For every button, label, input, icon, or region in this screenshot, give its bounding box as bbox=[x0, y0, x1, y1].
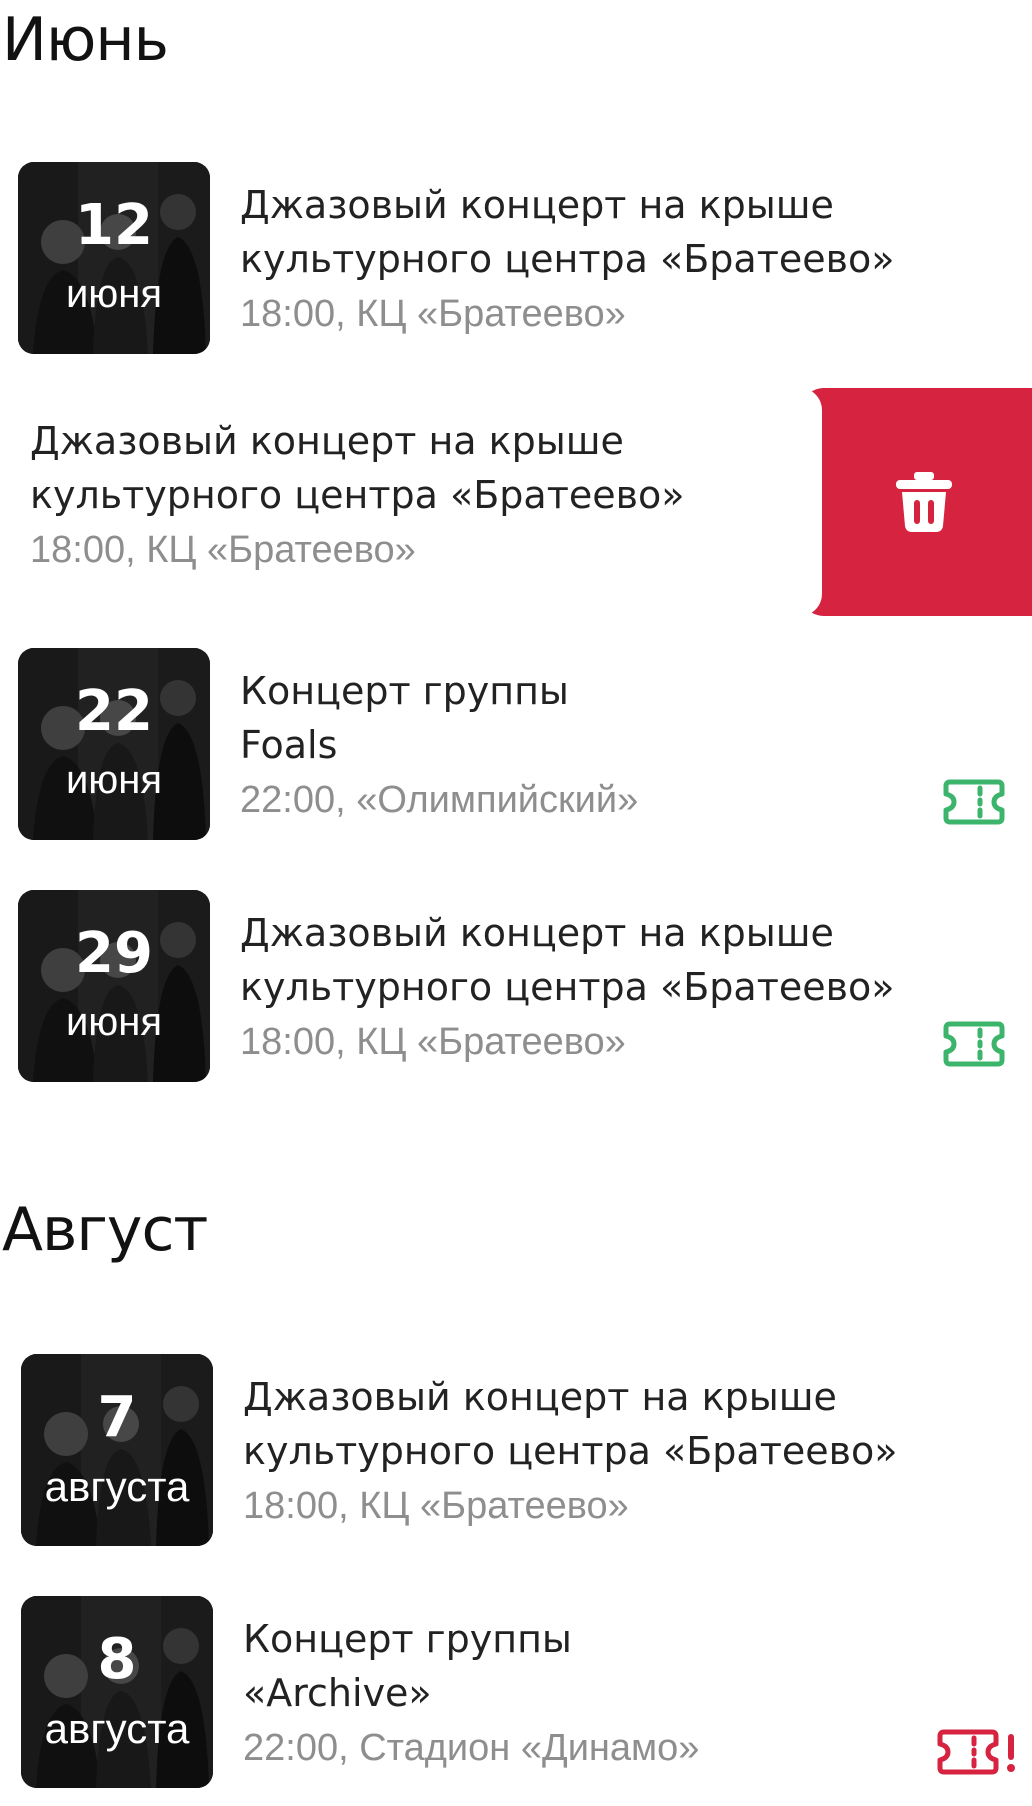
delete-button[interactable] bbox=[800, 388, 1032, 616]
trash-icon bbox=[896, 472, 952, 532]
event-item[interactable]: 7 августа Джазовый концерт на крыше куль… bbox=[0, 1354, 1032, 1554]
event-thumbnail: 8 августа bbox=[21, 1596, 213, 1788]
event-item[interactable]: 22 июня Концерт группы Foals 22:00, «Оли… bbox=[0, 648, 1032, 848]
event-item[interactable]: 8 августа Концерт группы «Archive» 22:00… bbox=[0, 1596, 1032, 1796]
ticket-icon[interactable] bbox=[942, 778, 1006, 826]
event-title: Концерт группы Foals bbox=[240, 669, 569, 767]
event-time-venue: 18:00, КЦ «Братеево» bbox=[240, 293, 626, 335]
event-time-venue: 22:00, Стадион «Динамо» bbox=[243, 1727, 700, 1769]
event-month: июня bbox=[65, 758, 163, 802]
event-day: 29 bbox=[75, 921, 153, 986]
event-day: 7 bbox=[97, 1385, 137, 1450]
event-item[interactable]: 29 июня Джазовый концерт на крыше культу… bbox=[0, 890, 1032, 1090]
event-thumbnail: 7 августа bbox=[21, 1354, 213, 1546]
ticket-alert-icon[interactable] bbox=[936, 1728, 1020, 1776]
event-time-venue: 18:00, КЦ «Братеево» bbox=[243, 1485, 629, 1527]
event-month: июня bbox=[65, 272, 163, 316]
ticket-icon[interactable] bbox=[942, 1020, 1006, 1068]
event-item[interactable]: 12 июня Джазовый концерт на крыше культу… bbox=[0, 162, 1032, 362]
event-title: Концерт группы «Archive» bbox=[243, 1617, 572, 1715]
event-day: 22 bbox=[75, 679, 153, 744]
event-month: июня bbox=[65, 1000, 163, 1044]
event-time-venue: 18:00, КЦ «Братеево» bbox=[30, 529, 416, 571]
event-day: 12 bbox=[75, 193, 153, 258]
event-thumbnail: 12 июня bbox=[18, 162, 210, 354]
event-time-venue: 22:00, «Олимпийский» bbox=[240, 779, 639, 821]
event-title: Джазовый концерт на крыше культурного це… bbox=[240, 183, 895, 281]
event-time-venue: 18:00, КЦ «Братеево» bbox=[240, 1021, 626, 1063]
event-thumbnail: 22 июня bbox=[18, 648, 210, 840]
event-title: Джазовый концерт на крыше культурного це… bbox=[243, 1375, 898, 1473]
event-item-swiped[interactable]: Джазовый концерт на крыше культурного це… bbox=[0, 388, 1032, 616]
event-title: Джазовый концерт на крыше культурного це… bbox=[240, 911, 895, 1009]
event-day: 8 bbox=[97, 1627, 137, 1692]
event-month: августа bbox=[44, 1463, 190, 1510]
month-heading-august: Август bbox=[2, 1195, 208, 1265]
event-month: августа bbox=[44, 1705, 190, 1752]
event-thumbnail: 29 июня bbox=[18, 890, 210, 1082]
month-heading-june: Июнь bbox=[2, 5, 169, 75]
event-title: Джазовый концерт на крыше культурного це… bbox=[30, 419, 685, 517]
